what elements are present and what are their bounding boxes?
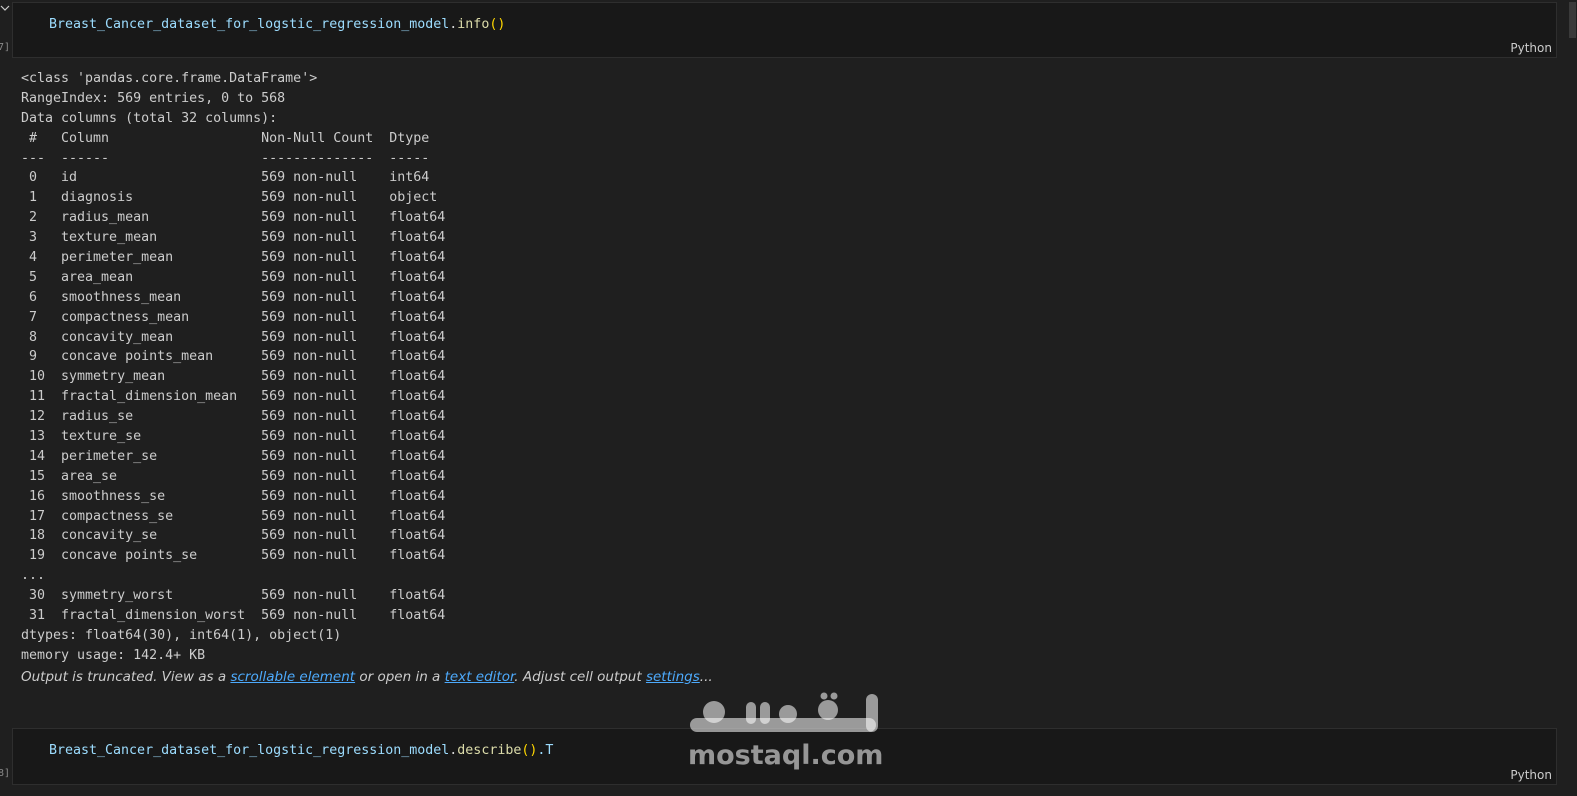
- code-suffix: .T: [537, 743, 554, 758]
- output-line: 3 texture_mean 569 non-null float64: [21, 230, 446, 246]
- notebook-page: 7] Breast_Cancer_dataset_for_logstic_reg…: [0, 0, 1577, 796]
- output-line: 1 diagnosis 569 non-null object: [21, 190, 446, 206]
- code-args: (): [489, 17, 506, 32]
- execution-count-label: 7]: [0, 42, 11, 53]
- cell-language-label[interactable]: Python: [1510, 768, 1552, 782]
- code-args: (): [521, 743, 538, 758]
- text-editor-link[interactable]: text editor: [445, 669, 515, 685]
- scrollable-element-link[interactable]: scrollable element: [230, 669, 355, 685]
- output-line: memory usage: 142.4+ KB: [21, 647, 206, 663]
- output-line: 9 concave points_mean 569 non-null float…: [21, 349, 446, 365]
- vertical-scrollbar[interactable]: [1567, 0, 1577, 796]
- chevron-down-icon[interactable]: [0, 3, 10, 13]
- output-line: RangeIndex: 569 entries, 0 to 568: [21, 90, 286, 106]
- output-line: 17 compactness_se 569 non-null float64: [21, 508, 446, 524]
- output-line: 10 symmetry_mean 569 non-null float64: [21, 369, 446, 385]
- output-truncated-note: Output is truncated. View as a scrollabl…: [21, 669, 713, 685]
- cell-language-label[interactable]: Python: [1510, 41, 1552, 55]
- code-method-name: info: [457, 17, 490, 32]
- code-method-name: describe: [457, 743, 522, 758]
- output-line: 8 concavity_mean 569 non-null float64: [21, 329, 446, 345]
- output-line: 12 radius_se 569 non-null float64: [21, 409, 446, 425]
- code-line[interactable]: Breast_Cancer_dataset_for_logstic_regres…: [49, 743, 553, 758]
- output-line: --- ------ -------------- -----: [21, 150, 446, 166]
- output-line: 6 smoothness_mean 569 non-null float64: [21, 289, 446, 305]
- scrollbar-thumb[interactable]: [1569, 2, 1576, 38]
- code-object-name: Breast_Cancer_dataset_for_logstic_regres…: [49, 743, 450, 758]
- output-line: 0 id 569 non-null int64: [21, 170, 446, 186]
- output-line: 7 compactness_mean 569 non-null float64: [21, 309, 446, 325]
- code-object-name: Breast_Cancer_dataset_for_logstic_regres…: [49, 17, 450, 32]
- output-line: 18 concavity_se 569 non-null float64: [21, 528, 446, 544]
- output-line: # Column Non-Null Count Dtype: [21, 130, 446, 146]
- output-line: dtypes: float64(30), int64(1), object(1): [21, 627, 342, 643]
- output-line: ...: [21, 568, 46, 584]
- output-line: 4 perimeter_mean 569 non-null float64: [21, 250, 446, 266]
- output-line: 19 concave points_se 569 non-null float6…: [21, 548, 446, 564]
- execution-count-label: 8]: [0, 768, 11, 779]
- output-line: 14 perimeter_se 569 non-null float64: [21, 448, 446, 464]
- code-cell-describe[interactable]: Breast_Cancer_dataset_for_logstic_regres…: [12, 728, 1557, 785]
- output-line: 30 symmetry_worst 569 non-null float64: [21, 588, 446, 604]
- output-line: Data columns (total 32 columns):: [21, 110, 278, 126]
- code-cell-info[interactable]: Breast_Cancer_dataset_for_logstic_regres…: [12, 2, 1557, 58]
- output-line: 16 smoothness_se 569 non-null float64: [21, 488, 446, 504]
- output-line: 2 radius_mean 569 non-null float64: [21, 210, 446, 226]
- output-line: 5 area_mean 569 non-null float64: [21, 269, 446, 285]
- settings-link[interactable]: settings: [646, 669, 700, 685]
- output-line: 31 fractal_dimension_worst 569 non-null …: [21, 608, 446, 624]
- cell-output: <class 'pandas.core.frame.DataFrame'> Ran…: [21, 69, 445, 666]
- output-line: 11 fractal_dimension_mean 569 non-null f…: [21, 389, 446, 405]
- output-line: 13 texture_se 569 non-null float64: [21, 429, 446, 445]
- output-line: <class 'pandas.core.frame.DataFrame'>: [21, 71, 318, 86]
- code-line[interactable]: Breast_Cancer_dataset_for_logstic_regres…: [49, 17, 505, 32]
- output-line: 15 area_se 569 non-null float64: [21, 468, 446, 484]
